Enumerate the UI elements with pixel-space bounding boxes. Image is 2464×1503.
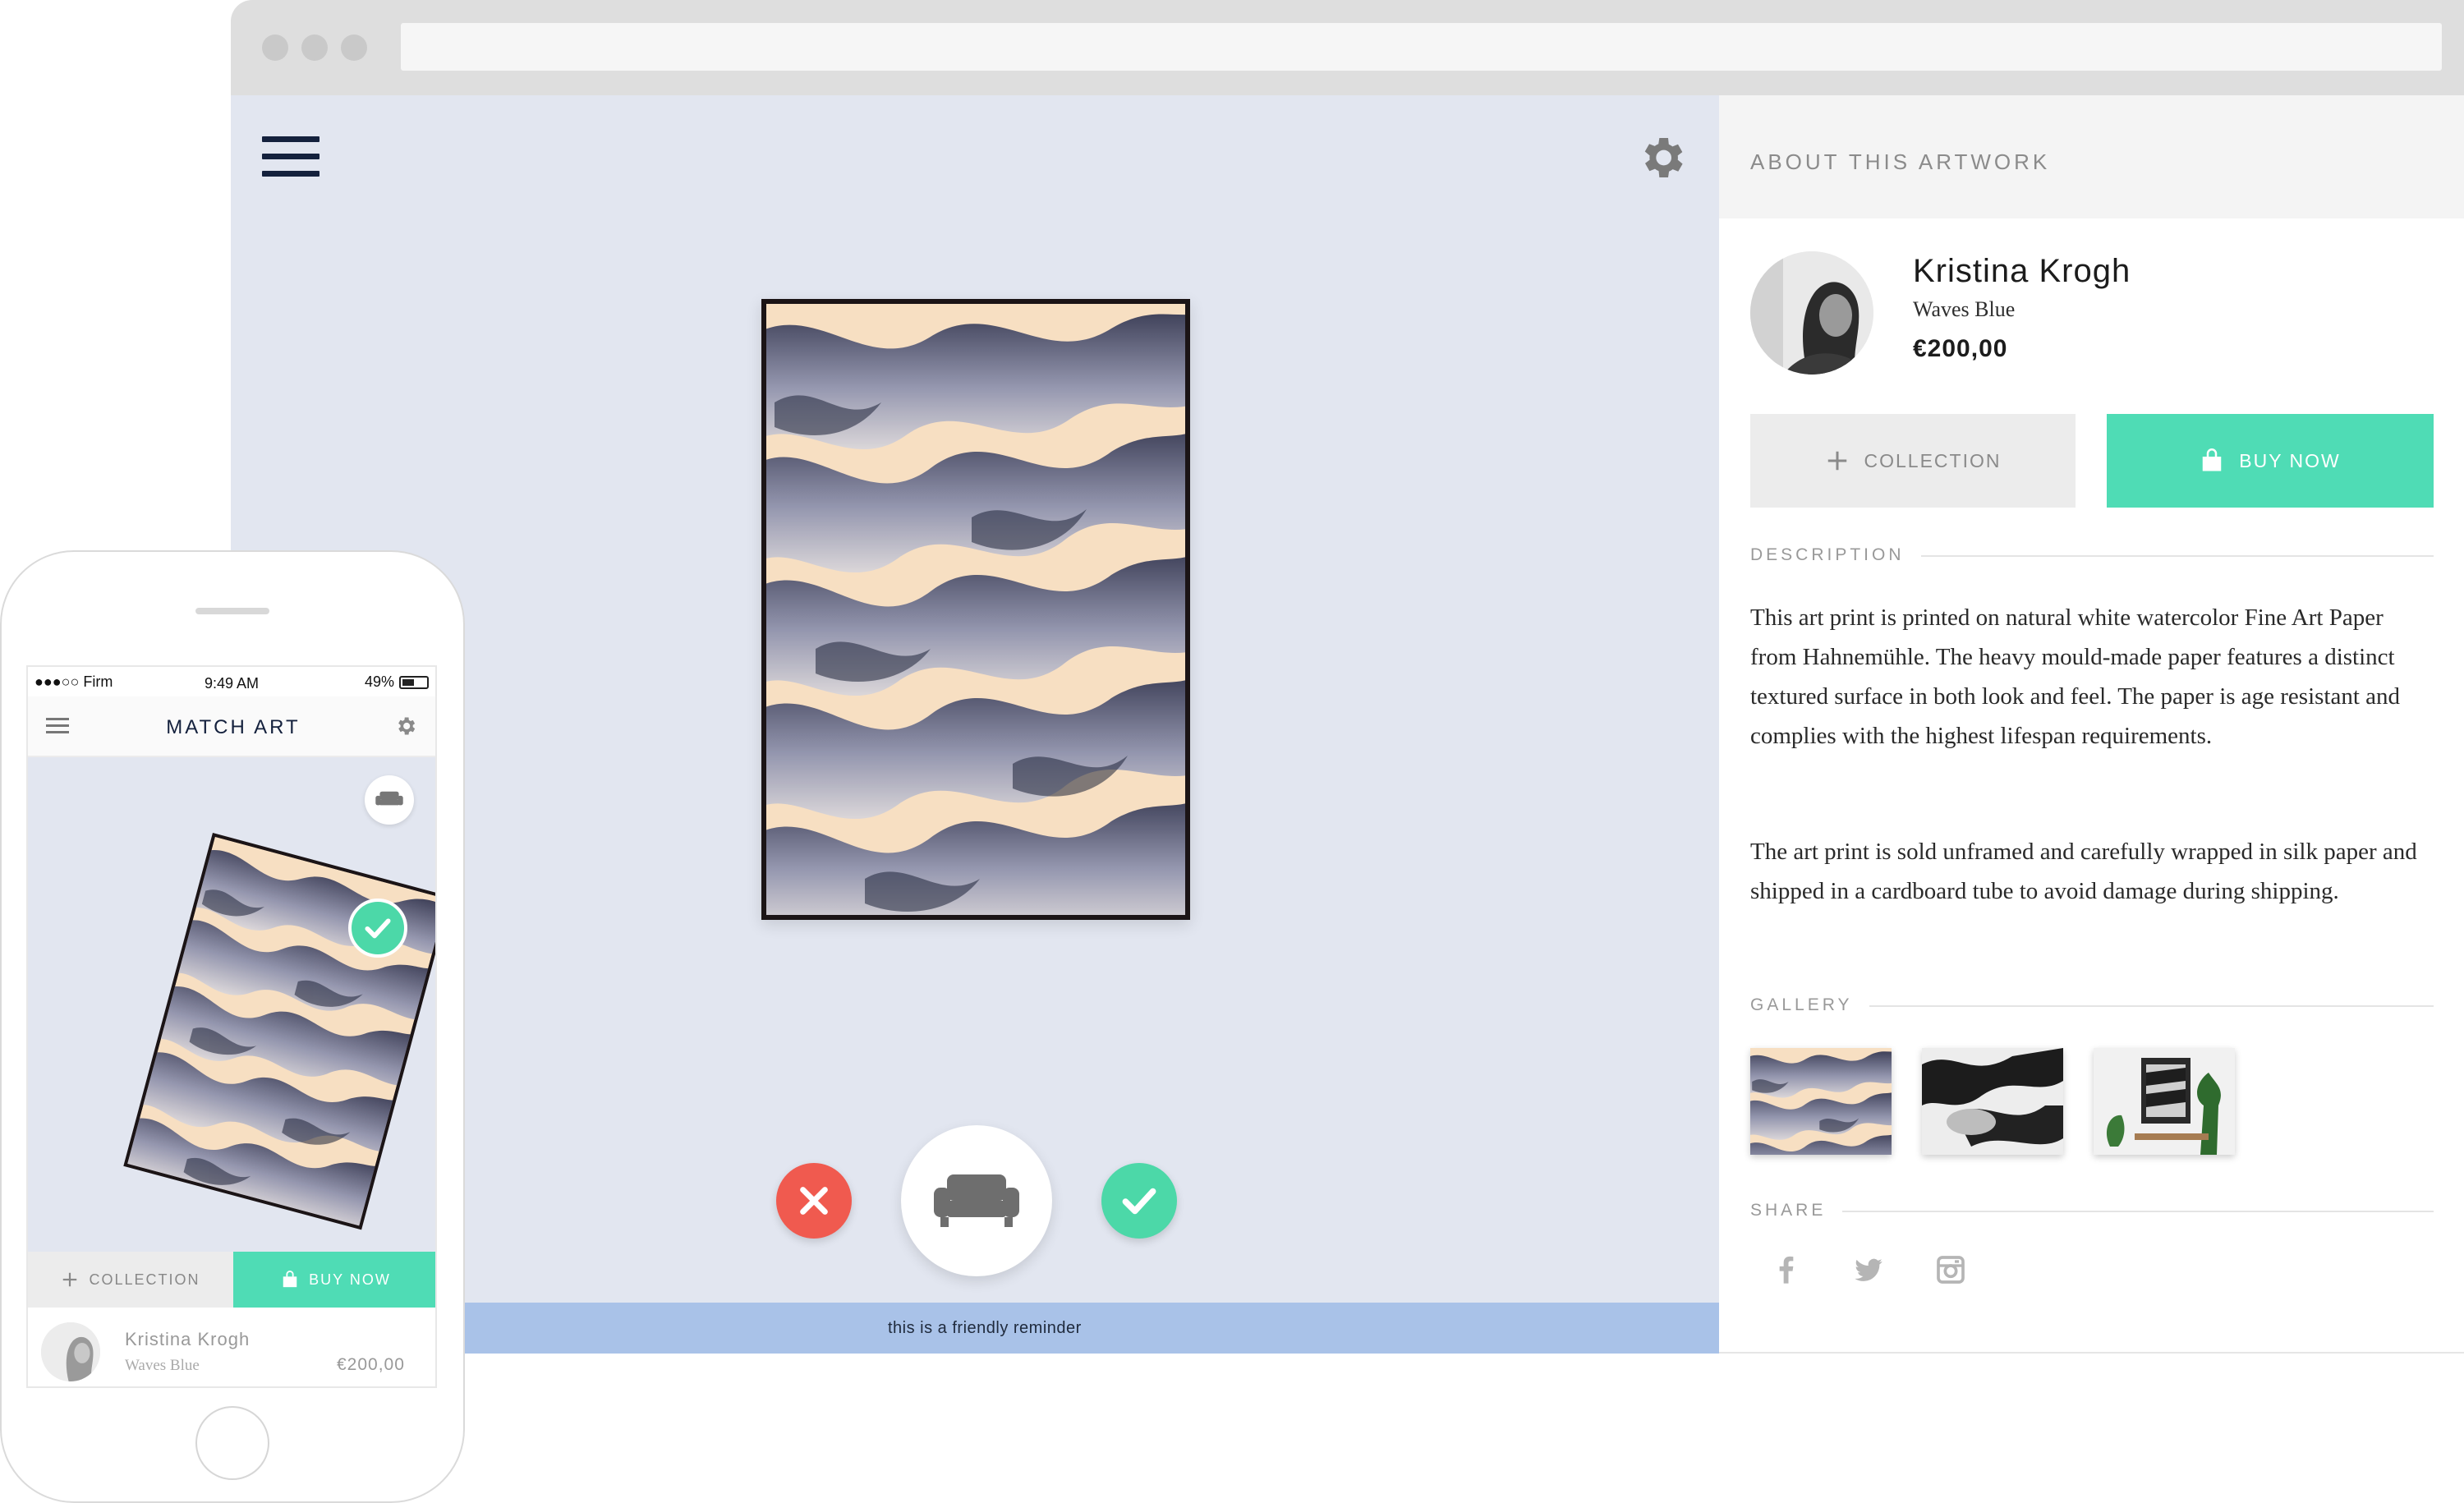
panel-title: ABOUT THIS ARTWORK [1750, 149, 2051, 174]
phone-artwork-price: €200,00 [337, 1355, 405, 1374]
artwork-preview [761, 299, 1190, 920]
check-icon [1122, 1188, 1156, 1215]
phone-screen: ●●●○○ Firm 9:49 AM 49% MATCH ART COLLECT… [26, 665, 437, 1388]
artist-name[interactable]: Kristina Krogh [1913, 253, 2131, 290]
address-bar[interactable] [401, 23, 2442, 71]
gallery-thumbnail-2[interactable] [1922, 1048, 2063, 1155]
share-divider [1750, 1211, 2434, 1212]
gear-icon[interactable] [1635, 131, 1688, 184]
phone-nav-bar: MATCH ART [28, 696, 435, 757]
status-bar: ●●●○○ Firm 9:49 AM 49% [28, 667, 435, 696]
twitter-icon[interactable] [1852, 1253, 1885, 1286]
phone-artwork-title: Waves Blue [125, 1357, 200, 1374]
phone-match-stage [28, 757, 435, 1252]
phone-buy-now-button[interactable]: BUY NOW [233, 1252, 435, 1308]
description-paragraph-1: This art print is printed on natural whi… [1750, 604, 2401, 749]
menu-icon[interactable] [262, 136, 319, 177]
plus-icon [63, 1272, 77, 1287]
gallery-thumbnail-3[interactable] [2094, 1048, 2235, 1155]
reminder-text: this is a friendly reminder [888, 1319, 1082, 1337]
collection-label: COLLECTION [1864, 449, 2002, 471]
description-heading: DESCRIPTION [1750, 545, 1921, 565]
browser-title-bar [231, 0, 2464, 95]
plus-icon [1827, 451, 1846, 471]
browser-window: this is a friendly reminder ABOUT THIS A… [231, 0, 2464, 1354]
status-battery-percent: 49% [365, 673, 395, 690]
facebook-icon[interactable] [1770, 1253, 1803, 1286]
sofa-icon [934, 1174, 1019, 1227]
close-icon [800, 1187, 828, 1215]
gallery-thumbnail-1[interactable] [1750, 1048, 1892, 1155]
shopping-bag-icon [283, 1271, 297, 1288]
phone-home-button[interactable] [195, 1406, 269, 1480]
gear-icon[interactable] [394, 715, 417, 738]
phone-buy-now-label: BUY NOW [309, 1271, 391, 1288]
check-icon [365, 918, 391, 939]
status-time: 9:49 AM [205, 675, 260, 692]
phone-artist-name[interactable]: Kristina Krogh [125, 1329, 250, 1350]
phone-add-to-collection-button[interactable]: COLLECTION [28, 1252, 233, 1308]
phone-artwork-info: Kristina Krogh Waves Blue €200,00 [28, 1308, 435, 1386]
gallery-heading: GALLERY [1750, 995, 1869, 1015]
minimize-window-dot[interactable] [301, 34, 328, 61]
artist-avatar[interactable] [1750, 251, 1873, 375]
phone-speaker [195, 608, 269, 614]
phone-view-in-room-button[interactable] [365, 775, 414, 825]
artwork-price: €200,00 [1913, 335, 2008, 362]
sofa-icon [375, 791, 403, 806]
phone-artist-avatar[interactable] [41, 1322, 100, 1381]
add-to-collection-button[interactable]: COLLECTION [1750, 414, 2076, 508]
battery-icon [399, 676, 429, 689]
panel-header: ABOUT THIS ARTWORK [1719, 95, 2464, 218]
phone-like-badge [348, 899, 407, 958]
phone-mockup: ●●●○○ Firm 9:49 AM 49% MATCH ART COLLECT… [0, 550, 465, 1503]
artwork-title: Waves Blue [1913, 297, 2016, 321]
phone-artwork-card[interactable] [123, 833, 435, 1230]
status-carrier: ●●●○○ Firm [34, 673, 113, 690]
instagram-icon[interactable] [1934, 1253, 1967, 1286]
share-heading: SHARE [1750, 1201, 1843, 1220]
buy-now-label: BUY NOW [2239, 449, 2341, 471]
shopping-bag-icon [2203, 448, 2222, 471]
close-window-dot[interactable] [262, 34, 288, 61]
buy-now-button[interactable]: BUY NOW [2107, 414, 2434, 508]
maximize-window-dot[interactable] [341, 34, 367, 61]
accept-button[interactable] [1101, 1163, 1177, 1239]
phone-collection-label: COLLECTION [89, 1271, 200, 1288]
artwork-details-panel: ABOUT THIS ARTWORK Kristina Krogh Waves … [1719, 95, 2464, 1354]
phone-page-title: MATCH ART [166, 716, 301, 738]
reject-button[interactable] [776, 1163, 852, 1239]
view-in-room-button[interactable] [901, 1125, 1052, 1276]
description-paragraph-2: The art print is sold unframed and caref… [1750, 839, 2417, 904]
